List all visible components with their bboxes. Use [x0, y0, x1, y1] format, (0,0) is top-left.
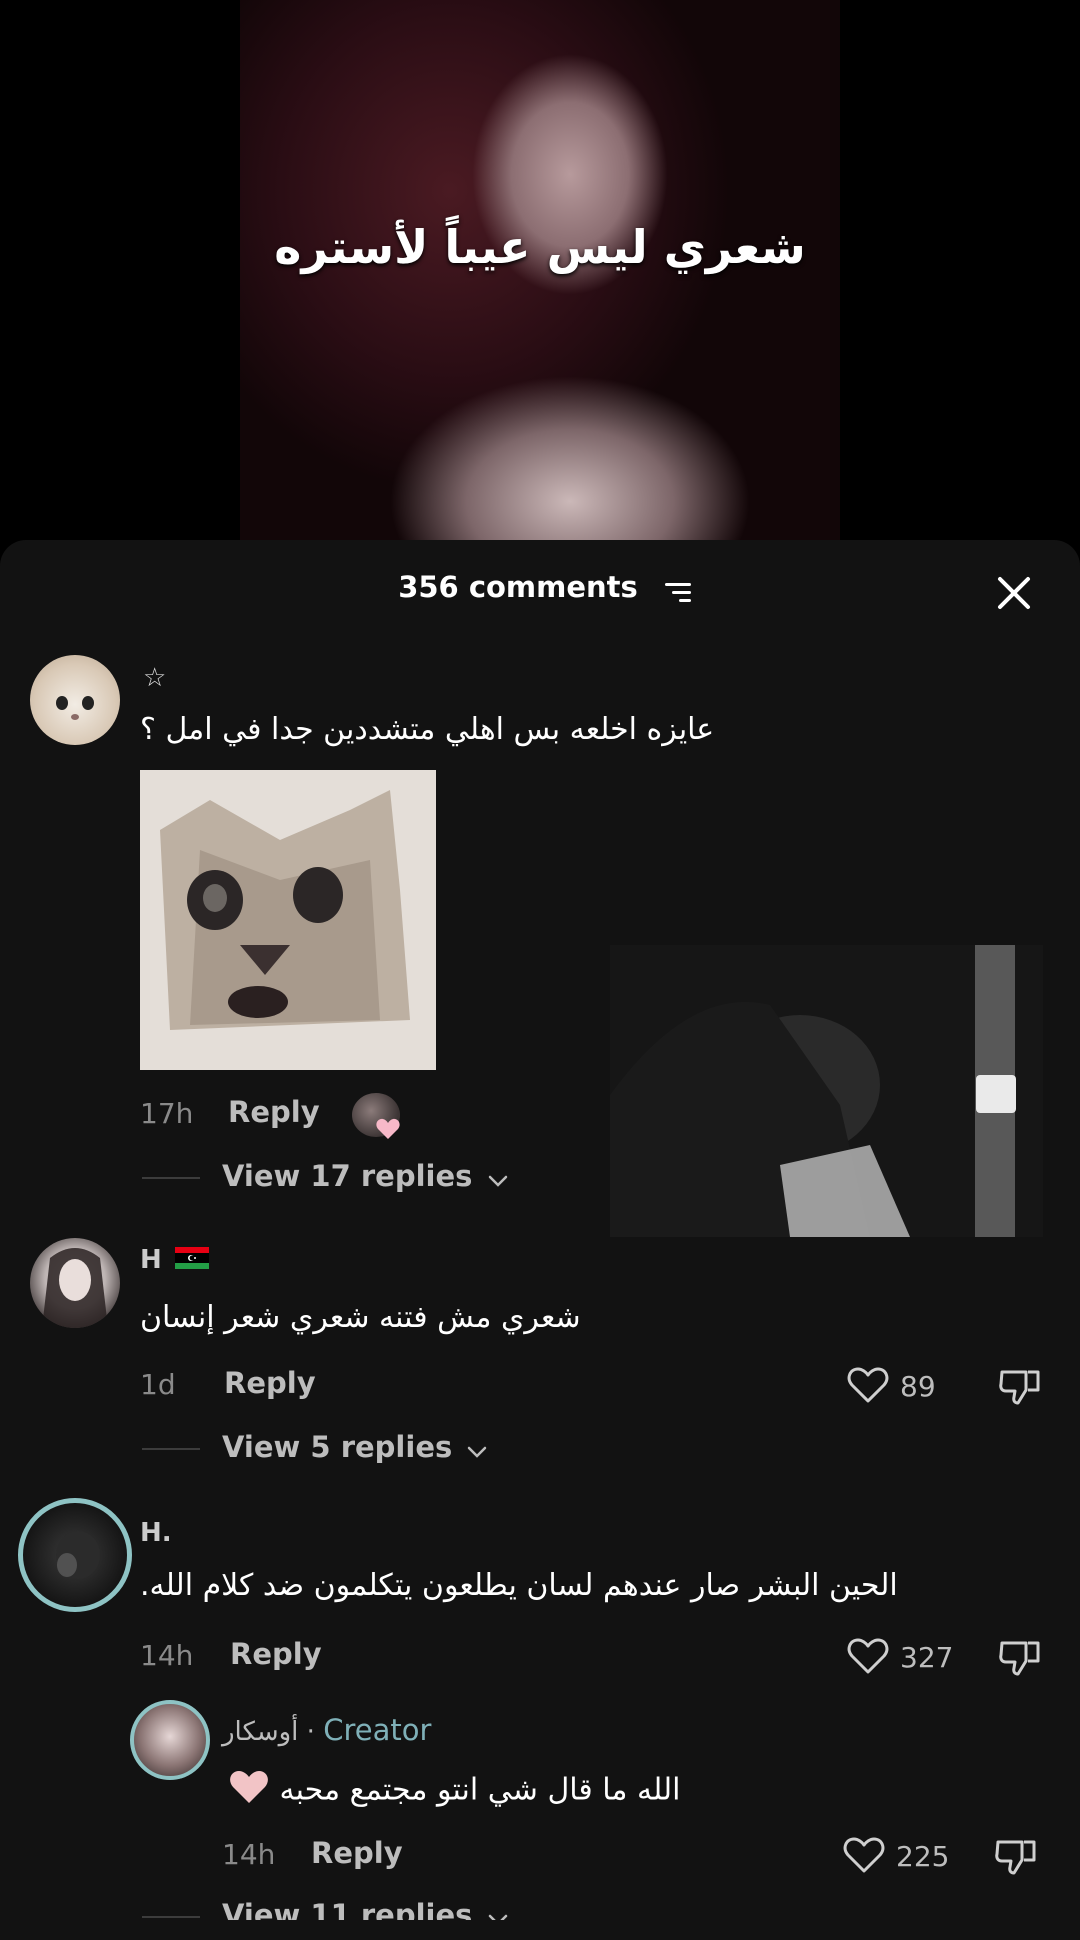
dislike-icon[interactable]	[998, 1366, 1042, 1410]
username-label: H	[140, 1245, 162, 1275]
comment-time: 14h	[140, 1639, 194, 1672]
dislike-icon[interactable]	[998, 1637, 1042, 1681]
comments-count-title: 356 comments	[0, 570, 1080, 604]
cat-sticker-image[interactable]	[140, 770, 436, 1070]
creator-username[interactable]: أوسكار · Creator	[222, 1713, 431, 1747]
creator-badge: Creator	[323, 1713, 432, 1747]
comment-text: شعري مش فتنه شعري شعر إنسان	[140, 1300, 581, 1335]
comment-text: الحين البشر صار عندهم لسان يطلعون يتكلمو…	[140, 1568, 898, 1603]
comment-username[interactable]: H.	[140, 1518, 172, 1548]
divider-line	[142, 1448, 200, 1450]
libya-flag-icon	[174, 1246, 209, 1276]
comment-time: 17h	[140, 1097, 194, 1130]
divider-line	[142, 1177, 200, 1179]
comment-text: الله ما قال شي انتو مجتمع محبه	[228, 1768, 681, 1814]
view-replies-button[interactable]: View 17 replies	[222, 1159, 509, 1195]
name-separator: ·	[306, 1717, 315, 1747]
creator-avatar[interactable]	[130, 1700, 210, 1780]
comment-username[interactable]: ☆	[143, 663, 166, 693]
pink-heart-emoji	[228, 1768, 270, 1814]
like-count: 327	[900, 1641, 954, 1674]
comment-time: 1d	[140, 1368, 176, 1401]
chevron-down-icon	[487, 1161, 509, 1195]
video-caption: شعري ليس عيباً لأستره	[274, 220, 806, 274]
comments-count-label: 356 comments	[398, 570, 638, 604]
heart-icon[interactable]	[847, 1637, 889, 1679]
chevron-down-icon	[466, 1432, 488, 1466]
creator-name-label: أوسكار	[222, 1717, 299, 1747]
pink-heart-emoji	[375, 1117, 401, 1145]
like-count: 89	[900, 1370, 936, 1403]
reply-button[interactable]: Reply	[228, 1095, 320, 1129]
close-icon[interactable]	[995, 574, 1033, 612]
dark-photo-image[interactable]	[610, 945, 1043, 1237]
video-player[interactable]: شعري ليس عيباً لأستره	[0, 0, 1080, 545]
reply-button[interactable]: Reply	[230, 1637, 322, 1671]
heart-icon[interactable]	[847, 1366, 889, 1408]
chevron-down-icon	[487, 1900, 509, 1920]
view-replies-label: View 17 replies	[222, 1159, 473, 1193]
dislike-icon[interactable]	[994, 1836, 1038, 1880]
comment-username[interactable]: H	[140, 1245, 209, 1276]
view-replies-button[interactable]: View 11 replies	[222, 1898, 509, 1920]
filter-icon[interactable]	[665, 583, 691, 603]
view-replies-label: View 5 replies	[222, 1430, 453, 1464]
reply-button[interactable]: Reply	[224, 1366, 316, 1400]
avatar[interactable]	[30, 655, 120, 745]
heart-icon[interactable]	[843, 1836, 885, 1878]
view-replies-label: View 11 replies	[222, 1898, 473, 1920]
comment-time: 14h	[222, 1838, 276, 1871]
divider-line	[142, 1916, 200, 1918]
avatar[interactable]	[30, 1238, 120, 1328]
reply-button[interactable]: Reply	[311, 1836, 403, 1870]
view-replies-button[interactable]: View 5 replies	[222, 1430, 488, 1466]
like-count: 225	[896, 1840, 950, 1873]
comment-text: عايزه اخلعه بس اهلي متشددين جدا في امل ؟	[140, 712, 715, 747]
creator-reply-text: الله ما قال شي انتو مجتمع محبه	[279, 1772, 681, 1808]
avatar[interactable]	[18, 1498, 132, 1612]
